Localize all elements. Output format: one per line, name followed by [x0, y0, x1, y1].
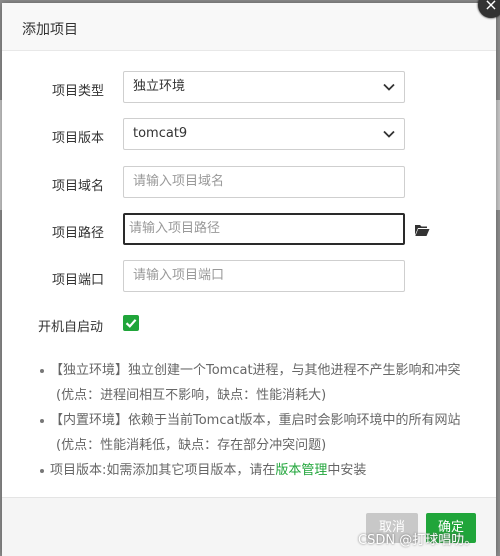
note-item: (优点：性能消耗低，缺点：存在部分冲突问题) — [56, 433, 326, 458]
project-domain-label: 项目域名 — [52, 179, 105, 194]
project-domain-input[interactable]: 请输入项目域名 — [123, 166, 405, 198]
bullet-dot — [40, 469, 44, 473]
project-type-value: 独立环境 — [133, 79, 186, 94]
note-item: 项目版本:如需添加其它项目版本，请在版本管理中安装 — [40, 458, 367, 483]
watermark: CSDN @打球唱叻。 — [358, 533, 478, 548]
note-item: 【内置环境】依赖于当前Tomcat版本，重启时会影响环境中的所有网站 — [40, 408, 461, 433]
bullet-dot — [40, 369, 44, 373]
background-app-strip-right — [496, 100, 500, 210]
note-version-suffix: 中安装 — [327, 463, 367, 478]
project-path-input[interactable]: 请输入项目路径 — [123, 213, 405, 245]
note-item: (优点：进程间相互不影响，缺点：性能消耗大) — [56, 383, 326, 408]
checkmark-icon — [125, 319, 137, 328]
project-version-select[interactable]: tomcat9 — [123, 118, 405, 150]
chevron-down-icon — [383, 83, 395, 91]
version-management-link[interactable]: 版本管理 — [275, 463, 327, 478]
project-domain-placeholder: 请输入项目域名 — [133, 174, 225, 189]
dialog-title: 添加项目 — [22, 22, 78, 38]
add-project-dialog: 添加项目 项目类型 独立环境 项目版本 tomcat9 项目域名 请输入项目域名… — [2, 3, 496, 556]
autostart-label: 开机自启动 — [38, 320, 104, 335]
project-port-label: 项目端口 — [52, 273, 105, 288]
autostart-checkbox[interactable] — [123, 315, 139, 331]
note-version-prefix: 项目版本:如需添加其它项目版本，请在 — [50, 463, 276, 478]
project-path-label: 项目路径 — [52, 226, 105, 241]
project-port-input[interactable]: 请输入项目端口 — [123, 260, 405, 292]
project-version-label: 项目版本 — [52, 131, 105, 146]
project-type-select[interactable]: 独立环境 — [123, 71, 405, 103]
chevron-down-icon — [383, 130, 395, 138]
note-independent-env-detail: (优点：进程间相互不影响，缺点：性能消耗大) — [56, 388, 327, 403]
bullet-dot — [40, 419, 44, 423]
dialog-title-bar: 添加项目 — [2, 3, 496, 51]
note-builtin-env: 【内置环境】依赖于当前Tomcat版本，重启时会影响环境中的所有网站 — [50, 413, 461, 428]
project-type-label: 项目类型 — [52, 84, 105, 99]
note-item: 【独立环境】独立创建一个Tomcat进程，与其他进程不产生影响和冲突 — [40, 358, 461, 383]
folder-open-icon[interactable] — [414, 223, 430, 237]
project-path-placeholder: 请输入项目路径 — [129, 221, 221, 236]
project-port-placeholder: 请输入项目端口 — [133, 268, 225, 283]
note-independent-env: 【独立环境】独立创建一个Tomcat进程，与其他进程不产生影响和冲突 — [50, 363, 461, 378]
note-builtin-env-detail: (优点：性能消耗低，缺点：存在部分冲突问题) — [56, 438, 327, 453]
project-version-value: tomcat9 — [133, 126, 188, 141]
